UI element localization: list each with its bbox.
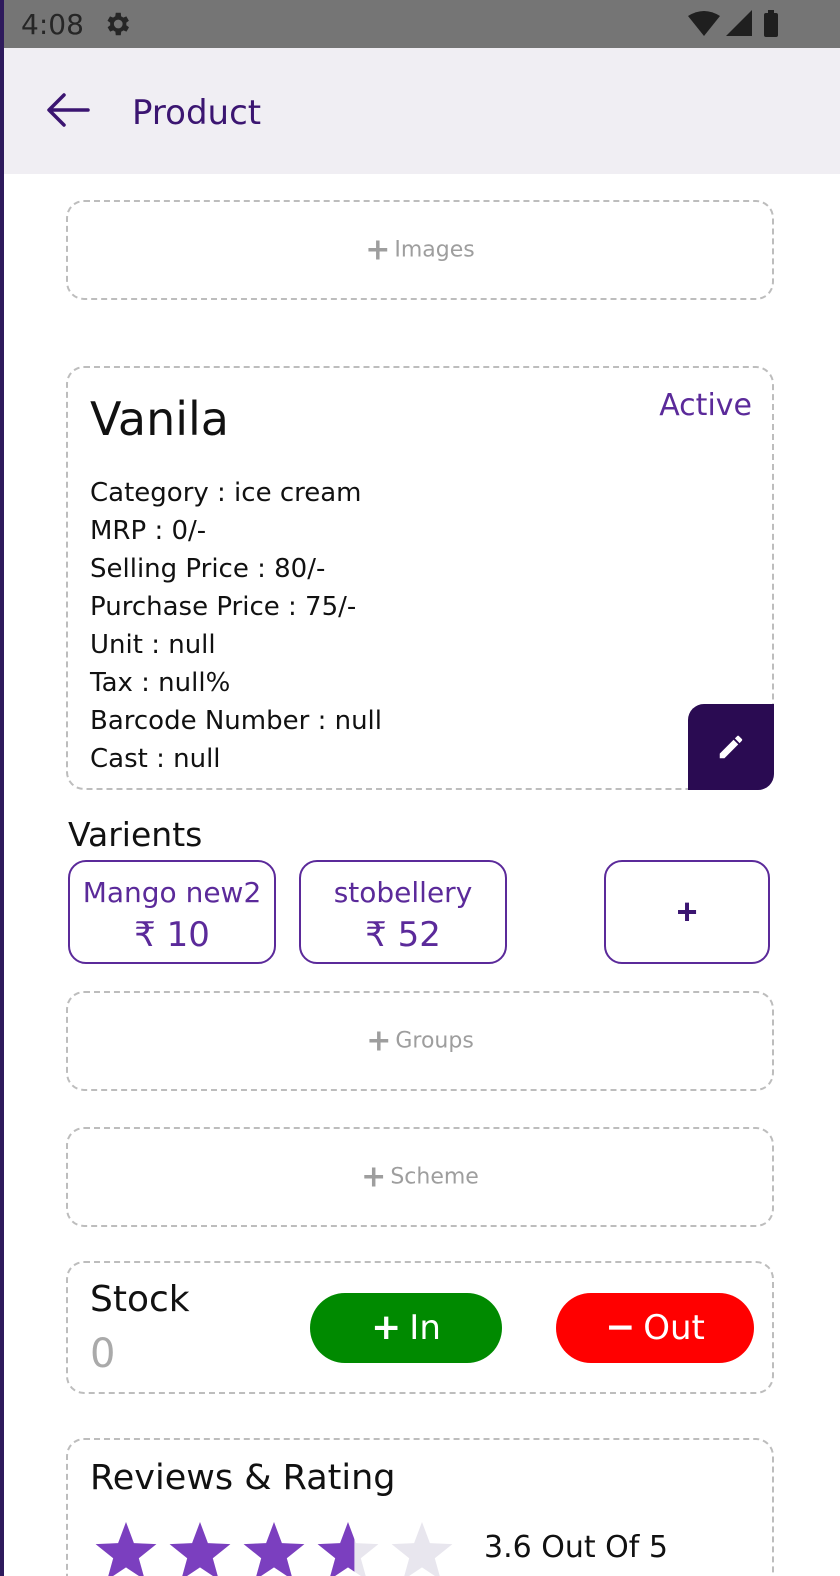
variant-price: ₹ 10 [134,915,210,955]
plus-icon: + [365,232,391,268]
pencil-icon [719,735,743,759]
variant-name: stobellery [333,876,473,909]
status-badge: Active [659,388,752,423]
plus-icon: + [371,1307,402,1348]
status-time: 4:08 [21,8,84,41]
add-scheme-label: Scheme [390,1164,479,1190]
stock-value: 0 [90,1331,116,1377]
stock-in-button[interactable]: + In [310,1293,502,1363]
add-groups-label: Groups [395,1028,474,1054]
variant-price: ₹ 52 [365,915,441,955]
stock-card: Stock 0 + In − Out [66,1261,774,1394]
star-rating [95,1522,453,1576]
product-name: Vanila [90,392,229,446]
status-icons [688,10,778,37]
detail-category: Category : ice cream [90,478,362,508]
detail-unit: Unit : null [90,630,216,660]
edit-product-button[interactable] [688,704,774,790]
add-groups-box[interactable]: + Groups [66,991,774,1091]
detail-mrp: MRP : 0/- [90,516,207,546]
add-images-label: Images [394,237,475,263]
stock-title: Stock [90,1279,190,1320]
variants-title: Varients [68,815,203,854]
variant-chip[interactable]: stobellery ₹ 52 [299,860,507,964]
reviews-title: Reviews & Rating [90,1458,396,1498]
detail-cast: Cast : null [90,744,221,774]
add-scheme-box[interactable]: + Scheme [66,1127,774,1227]
signal-icon [726,10,752,36]
star-icon [169,1522,231,1576]
detail-tax: Tax : null% [90,668,231,698]
star-icon [243,1522,305,1576]
gear-icon [107,12,129,36]
detail-selling-price: Selling Price : 80/- [90,554,326,584]
variant-name: Mango new2 [82,876,262,909]
stock-out-label: Out [643,1308,705,1348]
add-images-box[interactable]: + Images [66,200,774,300]
reviews-card: Reviews & Rating 3.6 Out Of 5 [66,1438,774,1576]
star-icon [95,1522,157,1576]
star-icon [317,1522,379,1576]
rating-text: 3.6 Out Of 5 [484,1530,668,1565]
variant-chip[interactable]: Mango new2 ₹ 10 [68,860,276,964]
arrow-left-icon[interactable] [44,90,92,130]
product-details: Category : ice cream MRP : 0/- Selling P… [90,474,382,778]
stock-in-label: In [409,1308,441,1348]
battery-icon [764,13,778,37]
detail-barcode: Barcode Number : null [90,706,382,736]
product-card: Vanila Active Category : ice cream MRP :… [66,366,774,790]
stock-out-button[interactable]: − Out [556,1293,754,1363]
plus-icon: + [361,1159,387,1195]
wifi-icon [688,11,720,36]
status-bar: 4:08 [4,0,840,48]
star-icon [391,1522,453,1576]
page-title: Product [132,93,262,133]
app-bar: Product [4,48,840,174]
plus-icon: + [366,1023,392,1059]
minus-icon: − [605,1307,636,1348]
add-variant-button[interactable]: + [604,860,770,964]
detail-purchase-price: Purchase Price : 75/- [90,592,357,622]
window-edge [0,0,4,1576]
product-screen: 4:08 Product + Images Vanila Active Categ… [0,0,840,1576]
